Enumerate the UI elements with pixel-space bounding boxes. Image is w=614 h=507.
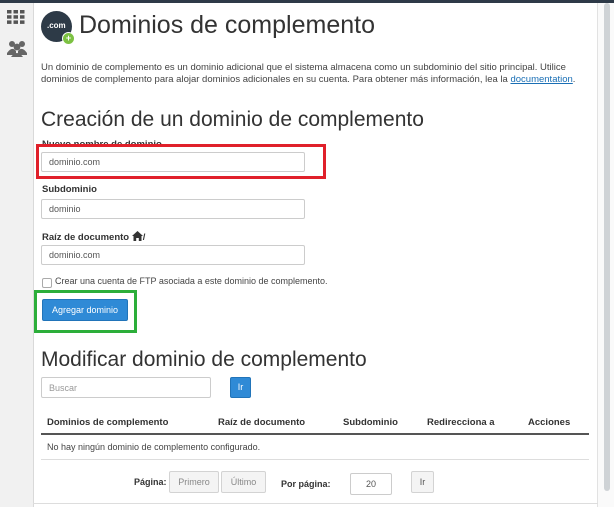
vertical-scrollbar[interactable] [597,3,614,507]
modify-section-heading: Modificar dominio de complemento [41,348,367,371]
home-icon [131,231,143,241]
scrollbar-thumb[interactable] [604,3,610,491]
page-description: Un dominio de complemento es un dominio … [41,62,586,86]
add-domain-highlight-box [34,290,137,333]
users-icon[interactable] [7,39,27,62]
new-domain-highlight-box [36,144,326,179]
page-label: Página: [134,477,167,487]
subdomain-input[interactable] [41,199,305,219]
column-header-document-root[interactable]: Raíz de documento [218,417,305,428]
docroot-input[interactable] [41,245,305,265]
page-title: Dominios de complemento [79,11,375,39]
table-header-divider [41,433,589,435]
per-page-go-button[interactable]: Ir [411,471,434,493]
column-header-subdomain[interactable]: Subdominio [343,417,398,428]
create-section-heading: Creación de un dominio de complemento [41,108,424,131]
logo-text: .com [47,21,66,30]
per-page-label: Por página: [281,479,331,489]
last-page-button[interactable]: Último [221,471,266,493]
top-bar [0,0,614,3]
column-header-redirects-to[interactable]: Redirecciona a [427,417,495,428]
first-page-button[interactable]: Primero [169,471,219,493]
search-input[interactable] [41,377,211,398]
ftp-account-checkbox[interactable] [42,278,52,288]
docroot-label: Raíz de documento / [42,231,145,243]
column-header-actions: Acciones [528,417,571,428]
docroot-suffix: / [142,232,146,243]
search-go-button[interactable]: Ir [230,377,251,398]
table-row-divider [41,459,589,460]
per-page-input[interactable] [350,473,392,495]
description-suffix: . [572,74,576,85]
bottom-divider [33,503,598,504]
left-sidebar [0,3,34,507]
plus-badge-icon: + [62,32,75,45]
docroot-label-text: Raíz de documento [42,232,130,243]
column-header-addon-domains[interactable]: Dominios de complemento [47,417,168,428]
grid-icon[interactable] [7,10,25,29]
subdomain-label: Subdominio [42,184,97,195]
empty-table-message: No hay ningún dominio de complemento con… [47,442,261,452]
ftp-account-label[interactable]: Crear una cuenta de FTP asociada a este … [55,276,328,286]
addon-domain-logo-icon: .com + [41,11,75,45]
description-text: Un dominio de complemento es un dominio … [41,62,566,85]
documentation-link[interactable]: documentation [510,74,572,85]
